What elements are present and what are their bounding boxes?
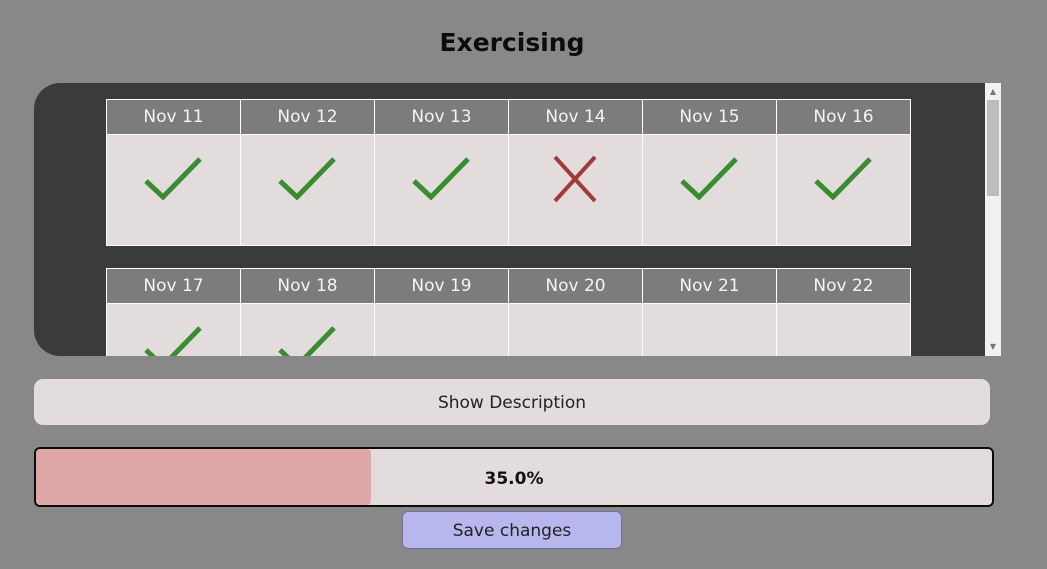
day-cell[interactable] <box>106 134 241 246</box>
week-table: Nov 17 Nov 18 Nov 19 Nov 20 Nov 21 Nov 2… <box>106 268 911 356</box>
day-header: Nov 15 <box>642 99 777 135</box>
progress-label: 35.0% <box>484 469 544 489</box>
day-cell[interactable] <box>240 303 375 356</box>
day-cell[interactable] <box>642 134 777 246</box>
save-changes-button[interactable]: Save changes <box>402 511 622 549</box>
day-header: Nov 20 <box>508 268 643 304</box>
day-label: Nov 16 <box>777 100 910 134</box>
day-header: Nov 16 <box>776 99 911 135</box>
day-label: Nov 13 <box>375 100 508 134</box>
day-label: Nov 18 <box>241 269 374 303</box>
day-cell[interactable] <box>508 303 643 356</box>
day-header: Nov 17 <box>106 268 241 304</box>
calendar-scroll-area[interactable]: Nov 11 Nov 12 Nov 13 Nov 14 Nov 15 Nov 1… <box>34 83 985 356</box>
week-table: Nov 11 Nov 12 Nov 13 Nov 14 Nov 15 Nov 1… <box>106 99 911 246</box>
day-cell[interactable] <box>776 134 911 246</box>
day-label: Nov 20 <box>509 269 642 303</box>
check-icon <box>144 326 202 356</box>
vertical-scrollbar[interactable]: ▲ ▼ <box>985 83 1001 356</box>
calendar-panel: Nov 11 Nov 12 Nov 13 Nov 14 Nov 15 Nov 1… <box>34 83 1001 356</box>
day-label: Nov 15 <box>643 100 776 134</box>
check-icon <box>412 157 470 201</box>
show-description-button[interactable]: Show Description <box>34 379 990 425</box>
progress-bar: 35.0% <box>34 447 994 507</box>
day-header: Nov 14 <box>508 99 643 135</box>
day-header: Nov 11 <box>106 99 241 135</box>
check-icon <box>278 157 336 201</box>
scroll-thumb[interactable] <box>987 100 999 196</box>
day-cell[interactable] <box>374 303 509 356</box>
day-cell[interactable] <box>374 134 509 246</box>
day-label: Nov 21 <box>643 269 776 303</box>
day-label: Nov 22 <box>777 269 910 303</box>
day-header: Nov 18 <box>240 268 375 304</box>
day-cell[interactable] <box>240 134 375 246</box>
day-header: Nov 22 <box>776 268 911 304</box>
day-cell[interactable] <box>106 303 241 356</box>
check-icon <box>680 157 738 201</box>
day-header: Nov 21 <box>642 268 777 304</box>
day-label: Nov 14 <box>509 100 642 134</box>
day-cell[interactable] <box>642 303 777 356</box>
day-cell[interactable] <box>776 303 911 356</box>
day-label: Nov 19 <box>375 269 508 303</box>
check-icon <box>814 157 872 201</box>
day-cell[interactable] <box>508 134 643 246</box>
page-title: Exercising <box>439 28 585 57</box>
day-header: Nov 13 <box>374 99 509 135</box>
check-icon <box>278 326 336 356</box>
day-label: Nov 17 <box>107 269 240 303</box>
check-icon <box>144 157 202 201</box>
day-label: Nov 12 <box>241 100 374 134</box>
scroll-up-arrow-icon[interactable]: ▲ <box>985 85 1001 99</box>
scroll-down-arrow-icon[interactable]: ▼ <box>985 340 1001 354</box>
cross-icon <box>553 155 597 203</box>
day-header: Nov 12 <box>240 99 375 135</box>
day-header: Nov 19 <box>374 268 509 304</box>
day-label: Nov 11 <box>107 100 240 134</box>
